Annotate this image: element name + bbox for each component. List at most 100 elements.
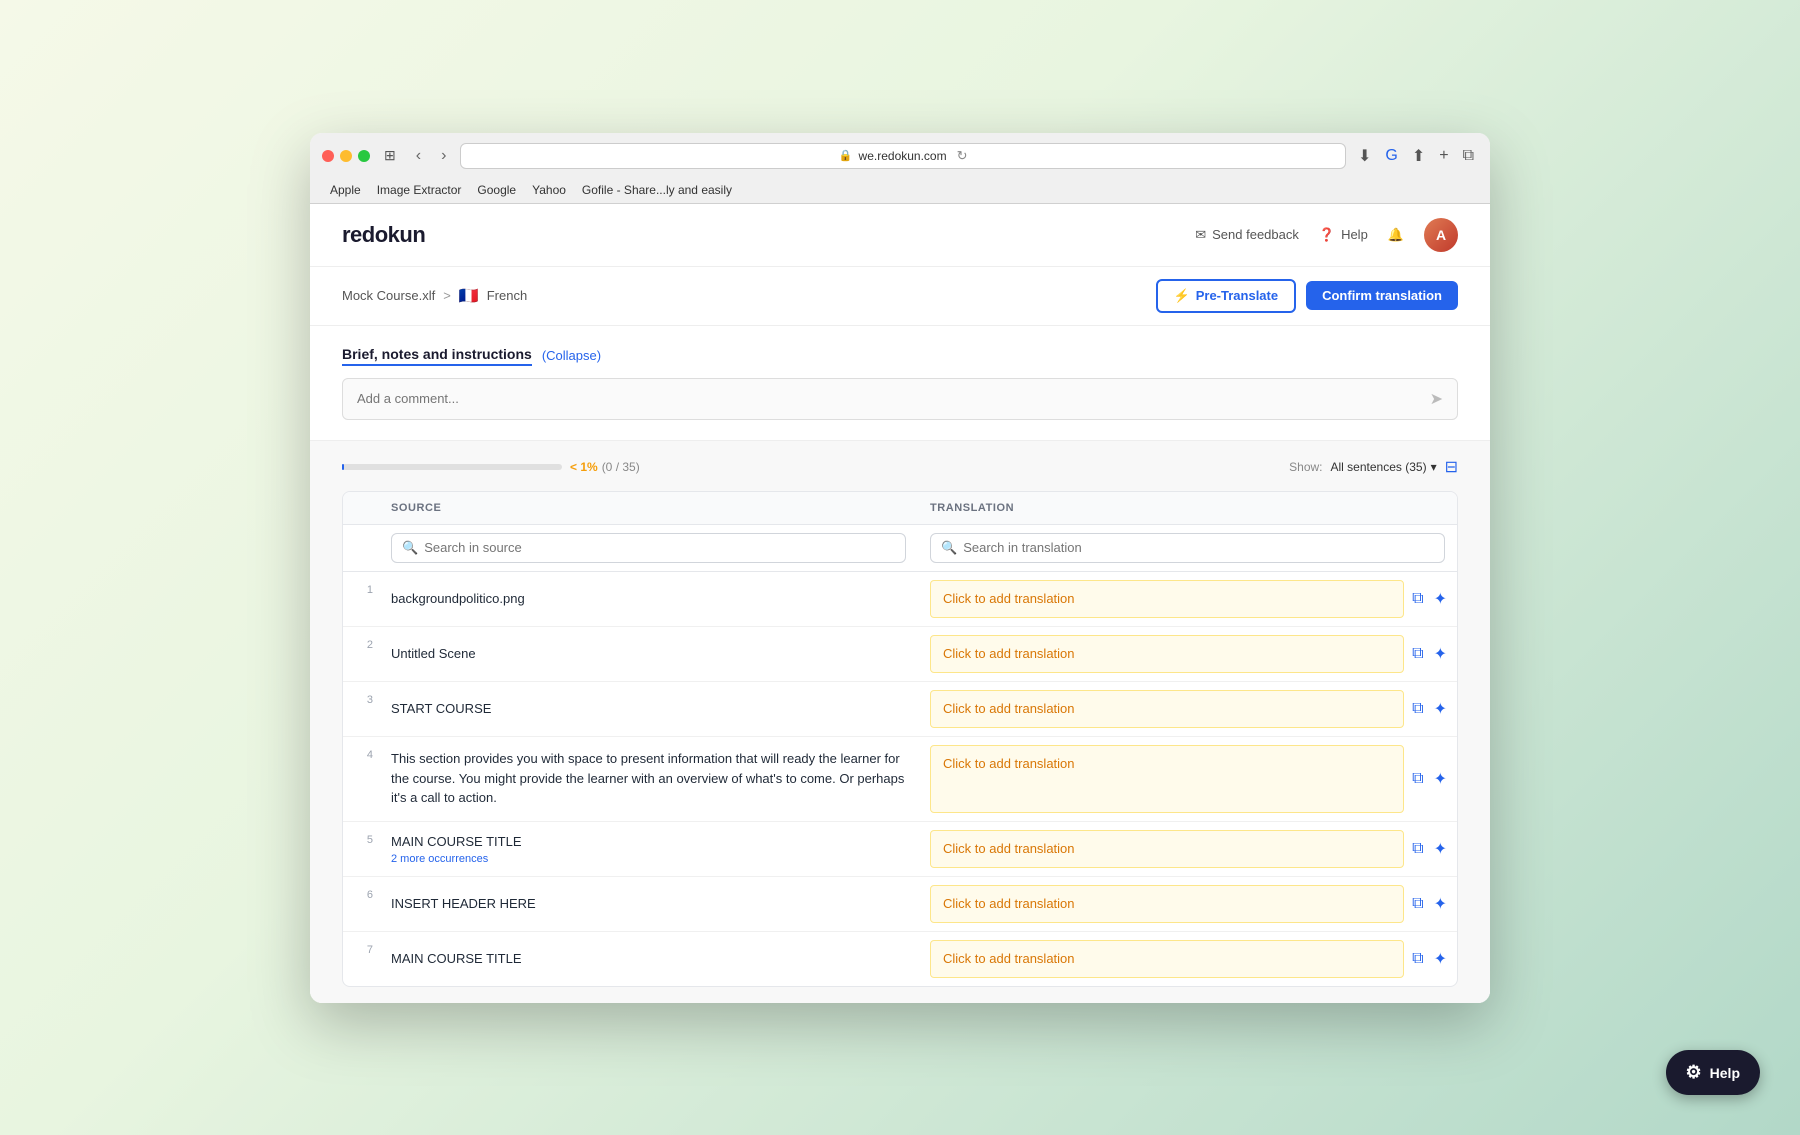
translation-input[interactable]: Click to add translation — [930, 940, 1404, 978]
bookmarks-bar: Apple Image Extractor Google Yahoo Gofil… — [322, 177, 1478, 203]
table-area: < 1% (0 / 35) Show: All sentences (35) ▾… — [310, 441, 1490, 1003]
close-window-btn[interactable] — [322, 150, 334, 162]
copy-translation-btn[interactable]: ⧉ — [1410, 893, 1425, 915]
row-number: 4 — [343, 737, 379, 821]
table-row: 2 Untitled Scene Click to add translatio… — [343, 627, 1457, 682]
grammarly-btn[interactable]: G — [1381, 145, 1401, 167]
help-fab[interactable]: ⚙ Help — [1666, 1050, 1760, 1095]
search-row: 🔍 🔍 — [343, 525, 1457, 572]
bookmark-apple[interactable]: Apple — [330, 183, 361, 197]
minimize-window-btn[interactable] — [340, 150, 352, 162]
row-source-cell: MAIN COURSE TITLE 2 more occurrences — [379, 822, 922, 876]
copy-translation-btn[interactable]: ⧉ — [1410, 643, 1425, 665]
progress-row: < 1% (0 / 35) Show: All sentences (35) ▾… — [342, 457, 1458, 477]
bookmark-google[interactable]: Google — [477, 183, 516, 197]
row-number: 6 — [343, 877, 379, 931]
lock-icon: 🔒 — [839, 149, 853, 162]
ai-translate-btn[interactable]: ✦ — [1432, 892, 1449, 916]
help-nav-btn[interactable]: ❓ Help — [1319, 227, 1368, 243]
app-content: redokun ✉ Send feedback ❓ Help 🔔 A — [310, 204, 1490, 1003]
translation-table: SOURCE TRANSLATION 🔍 🔍 — [342, 491, 1458, 987]
search-source-input[interactable] — [424, 540, 895, 555]
translation-column-header: TRANSLATION — [918, 502, 1457, 514]
row-translation-cell: Click to add translation ⧉ ✦ — [922, 877, 1457, 931]
table-row: 7 MAIN COURSE TITLE Click to add transla… — [343, 932, 1457, 986]
bookmark-gofile[interactable]: Gofile - Share...ly and easily — [582, 183, 732, 197]
breadcrumb-language: French — [487, 288, 527, 303]
ai-translate-btn[interactable]: ✦ — [1432, 642, 1449, 666]
copy-translation-btn[interactable]: ⧉ — [1410, 838, 1425, 860]
progress-bar-bg — [342, 464, 562, 470]
search-translation-input[interactable] — [963, 540, 1434, 555]
browser-window: ⊞ ‹ › 🔒 we.redokun.com ↻ ⬇ G ⬆ + ⧉ Apple… — [310, 133, 1490, 1003]
new-tab-btn[interactable]: + — [1435, 145, 1452, 167]
copy-translation-btn[interactable]: ⧉ — [1410, 588, 1425, 610]
refresh-icon: ↻ — [957, 148, 968, 164]
search-translation-icon: 🔍 — [941, 540, 957, 556]
row-source-cell: INSERT HEADER HERE — [379, 877, 922, 931]
confirm-translation-btn[interactable]: Confirm translation — [1306, 281, 1458, 310]
envelope-icon: ✉ — [1195, 227, 1206, 243]
send-icon: ➤ — [1430, 391, 1443, 408]
sub-nav-actions: ⚡ Pre-Translate Confirm translation — [1156, 279, 1458, 313]
back-btn[interactable]: ‹ — [410, 145, 427, 167]
copy-translation-btn[interactable]: ⧉ — [1410, 768, 1425, 790]
sidebar-toggle-btn[interactable]: ⊞ — [378, 145, 402, 166]
top-nav: redokun ✉ Send feedback ❓ Help 🔔 A — [310, 204, 1490, 267]
ai-translate-btn[interactable]: ✦ — [1432, 837, 1449, 861]
breadcrumb: Mock Course.xlf > 🇫🇷 French — [342, 286, 527, 306]
comment-box: ➤ — [342, 378, 1458, 420]
search-source-col: 🔍 — [379, 533, 918, 563]
translation-input[interactable]: Click to add translation — [930, 690, 1404, 728]
show-select-btn[interactable]: All sentences (35) ▾ — [1331, 460, 1437, 474]
bookmark-image-extractor[interactable]: Image Extractor — [377, 183, 462, 197]
translation-input[interactable]: Click to add translation — [930, 885, 1404, 923]
breadcrumb-separator: > — [443, 288, 451, 303]
filter-btn[interactable]: ⊟ — [1445, 457, 1458, 477]
search-source-wrapper: 🔍 — [391, 533, 906, 563]
table-row: 1 backgroundpolitico.png Click to add tr… — [343, 572, 1457, 627]
table-header-row: SOURCE TRANSLATION — [343, 492, 1457, 525]
send-feedback-btn[interactable]: ✉ Send feedback — [1195, 227, 1299, 243]
chevron-down-icon: ▾ — [1431, 460, 1437, 474]
translation-input[interactable]: Click to add translation — [930, 830, 1404, 868]
occurrences-badge: 2 more occurrences — [391, 853, 910, 865]
brief-header: Brief, notes and instructions (Collapse) — [342, 346, 1458, 366]
pretranslate-btn[interactable]: ⚡ Pre-Translate — [1156, 279, 1297, 313]
row-number: 5 — [343, 822, 379, 876]
forward-btn[interactable]: › — [435, 145, 452, 167]
comment-input[interactable] — [357, 391, 1430, 406]
url-bar[interactable]: 🔒 we.redokun.com ↻ — [460, 143, 1346, 169]
row-source-cell: MAIN COURSE TITLE — [379, 932, 922, 986]
help-fab-icon: ⚙ — [1686, 1062, 1702, 1083]
logo: redokun — [342, 222, 425, 248]
filter-icon: ⊟ — [1445, 459, 1458, 476]
brief-section: Brief, notes and instructions (Collapse)… — [310, 326, 1490, 441]
copy-translation-btn[interactable]: ⧉ — [1410, 698, 1425, 720]
progress-percent: < 1% — [570, 460, 598, 474]
ai-translate-btn[interactable]: ✦ — [1432, 767, 1449, 791]
share-btn[interactable]: ⬆ — [1408, 144, 1429, 168]
source-column-header: SOURCE — [379, 502, 918, 514]
notification-btn[interactable]: 🔔 — [1388, 227, 1404, 243]
search-source-icon: 🔍 — [402, 540, 418, 556]
translation-input[interactable]: Click to add translation — [930, 635, 1404, 673]
ai-translate-btn[interactable]: ✦ — [1432, 947, 1449, 971]
table-row: 6 INSERT HEADER HERE Click to add transl… — [343, 877, 1457, 932]
row-translation-cell: Click to add translation ⧉ ✦ — [922, 627, 1457, 681]
maximize-window-btn[interactable] — [358, 150, 370, 162]
collapse-btn[interactable]: (Collapse) — [542, 348, 601, 363]
table-row: 3 START COURSE Click to add translation … — [343, 682, 1457, 737]
ai-translate-btn[interactable]: ✦ — [1432, 697, 1449, 721]
row-translation-cell: Click to add translation ⧉ ✦ — [922, 822, 1457, 876]
user-avatar[interactable]: A — [1424, 218, 1458, 252]
translation-input[interactable]: Click to add translation — [930, 745, 1404, 813]
download-btn[interactable]: ⬇ — [1354, 144, 1375, 168]
send-comment-btn[interactable]: ➤ — [1430, 389, 1443, 409]
ai-translate-btn[interactable]: ✦ — [1432, 587, 1449, 611]
copy-translation-btn[interactable]: ⧉ — [1410, 948, 1425, 970]
translation-input[interactable]: Click to add translation — [930, 580, 1404, 618]
row-number: 7 — [343, 932, 379, 986]
bookmark-yahoo[interactable]: Yahoo — [532, 183, 566, 197]
copy-tab-btn[interactable]: ⧉ — [1459, 145, 1478, 167]
